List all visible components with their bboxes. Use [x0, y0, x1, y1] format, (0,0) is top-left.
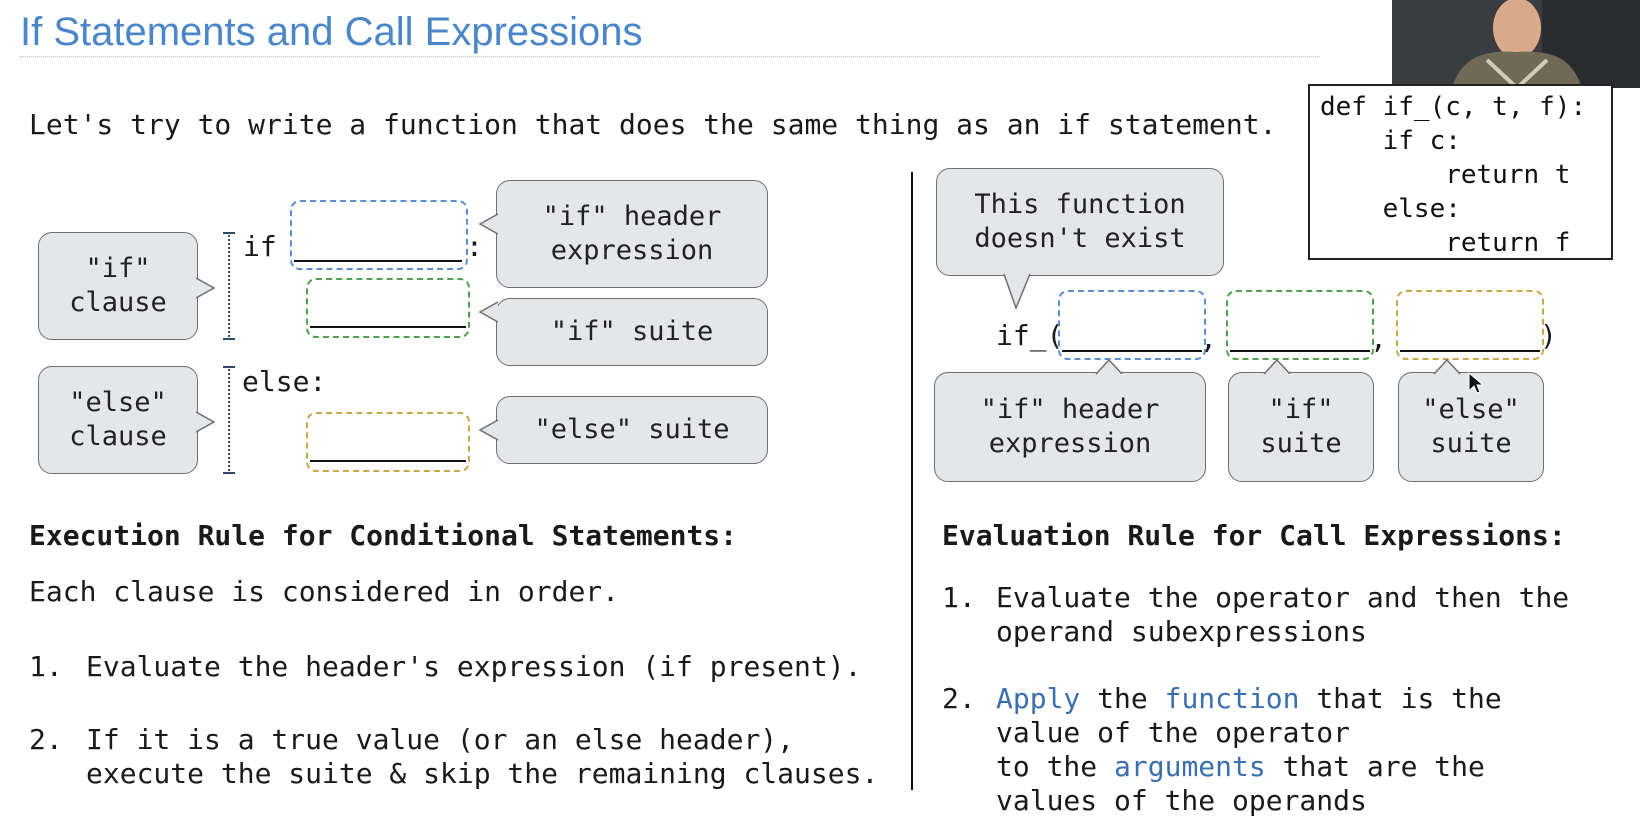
evaluation-step-1-line2: operand subexpressions	[996, 615, 1367, 648]
mouse-cursor-icon	[1468, 372, 1485, 394]
call-if-suite-pointer	[1263, 358, 1291, 375]
else-suite-slot	[306, 412, 470, 472]
function-keyword: function	[1164, 682, 1300, 715]
evaluation-step-2-number: 2.	[942, 682, 976, 715]
call-close-paren: )	[1540, 319, 1557, 352]
execution-step-2-line1: If it is a true value (or an else header…	[86, 723, 795, 756]
header-expression-blank	[294, 260, 462, 262]
else-suite-pointer	[478, 419, 499, 441]
else-clause-bracket	[223, 366, 235, 474]
if-clause-pointer	[196, 277, 216, 299]
call-if-suite-label: "if" suite	[1228, 372, 1374, 482]
call-else-suite-pointer	[1433, 358, 1461, 375]
evaluation-step-2-line2: value of the operator	[996, 716, 1351, 749]
execution-step-2-line2: execute the suite & skip the remaining c…	[86, 757, 879, 790]
if-keyword: if	[243, 230, 277, 263]
execution-step-1-number: 1.	[29, 650, 63, 683]
if-suite-blank	[310, 326, 466, 328]
evaluation-step-1-number: 1.	[942, 581, 976, 614]
arguments-keyword: arguments	[1114, 750, 1266, 783]
execution-step-1-text: Evaluate the header's expression (if pre…	[86, 650, 862, 683]
execution-rule-heading: Execution Rule for Conditional Statement…	[29, 519, 738, 552]
call-operand-1-blank	[1062, 350, 1202, 352]
if-suite-pointer	[478, 301, 499, 323]
call-prefix: if_(	[996, 319, 1064, 352]
else-suite-label: "else" suite	[496, 396, 768, 464]
evaluation-rule-heading: Evaluation Rule for Call Expressions:	[942, 519, 1566, 552]
call-operand-2-blank	[1230, 350, 1370, 352]
if-suite-label: "if" suite	[496, 298, 768, 366]
header-expression-label: "if" header expression	[496, 180, 768, 288]
call-comma-1: ,	[1200, 322, 1217, 355]
header-expression-pointer	[478, 213, 499, 235]
code-text: def if_(c, t, f): if c: return t else: r…	[1320, 92, 1587, 258]
if-clause-bracket	[223, 232, 235, 340]
call-header-expression-label: "if" header expression	[934, 372, 1206, 482]
else-suite-blank	[310, 460, 466, 462]
evaluation-step-2-line4: values of the operands	[996, 784, 1367, 817]
slide-title: If Statements and Call Expressions	[20, 10, 643, 54]
step2-rest3: that are the	[1282, 750, 1485, 783]
callout-pointer	[1003, 274, 1031, 311]
apply-keyword: Apply	[996, 682, 1081, 715]
else-keyword: else:	[242, 365, 327, 398]
evaluation-step-2-line1: Apply the function that is the	[996, 682, 1502, 716]
the-word: the	[1097, 682, 1148, 715]
presenter-webcam	[1392, 0, 1640, 88]
if-suite-slot	[306, 278, 470, 338]
if-clause-label: "if" clause	[38, 232, 198, 340]
call-comma-2: ,	[1370, 322, 1387, 355]
else-clause-pointer	[196, 411, 216, 433]
else-clause-label: "else" clause	[38, 366, 198, 474]
code-snippet: def if_(c, t, f): if c: return t else: r…	[1308, 84, 1613, 260]
intro-text: Let's try to write a function that does …	[29, 108, 1277, 141]
column-divider	[911, 172, 913, 790]
to-the-words: to the	[996, 750, 1098, 783]
execution-rule-intro: Each clause is considered in order.	[29, 575, 620, 608]
step2-rest1: that is the	[1316, 682, 1502, 715]
call-header-pointer	[1095, 358, 1123, 375]
evaluation-step-1-line1: Evaluate the operator and then the	[996, 581, 1570, 614]
nonexistent-function-callout: This function doesn't exist	[936, 168, 1224, 276]
title-divider	[20, 56, 1320, 57]
call-operand-3-blank	[1400, 350, 1540, 352]
evaluation-step-2-line3: to the arguments that are the	[996, 750, 1485, 784]
execution-step-2-number: 2.	[29, 723, 63, 756]
